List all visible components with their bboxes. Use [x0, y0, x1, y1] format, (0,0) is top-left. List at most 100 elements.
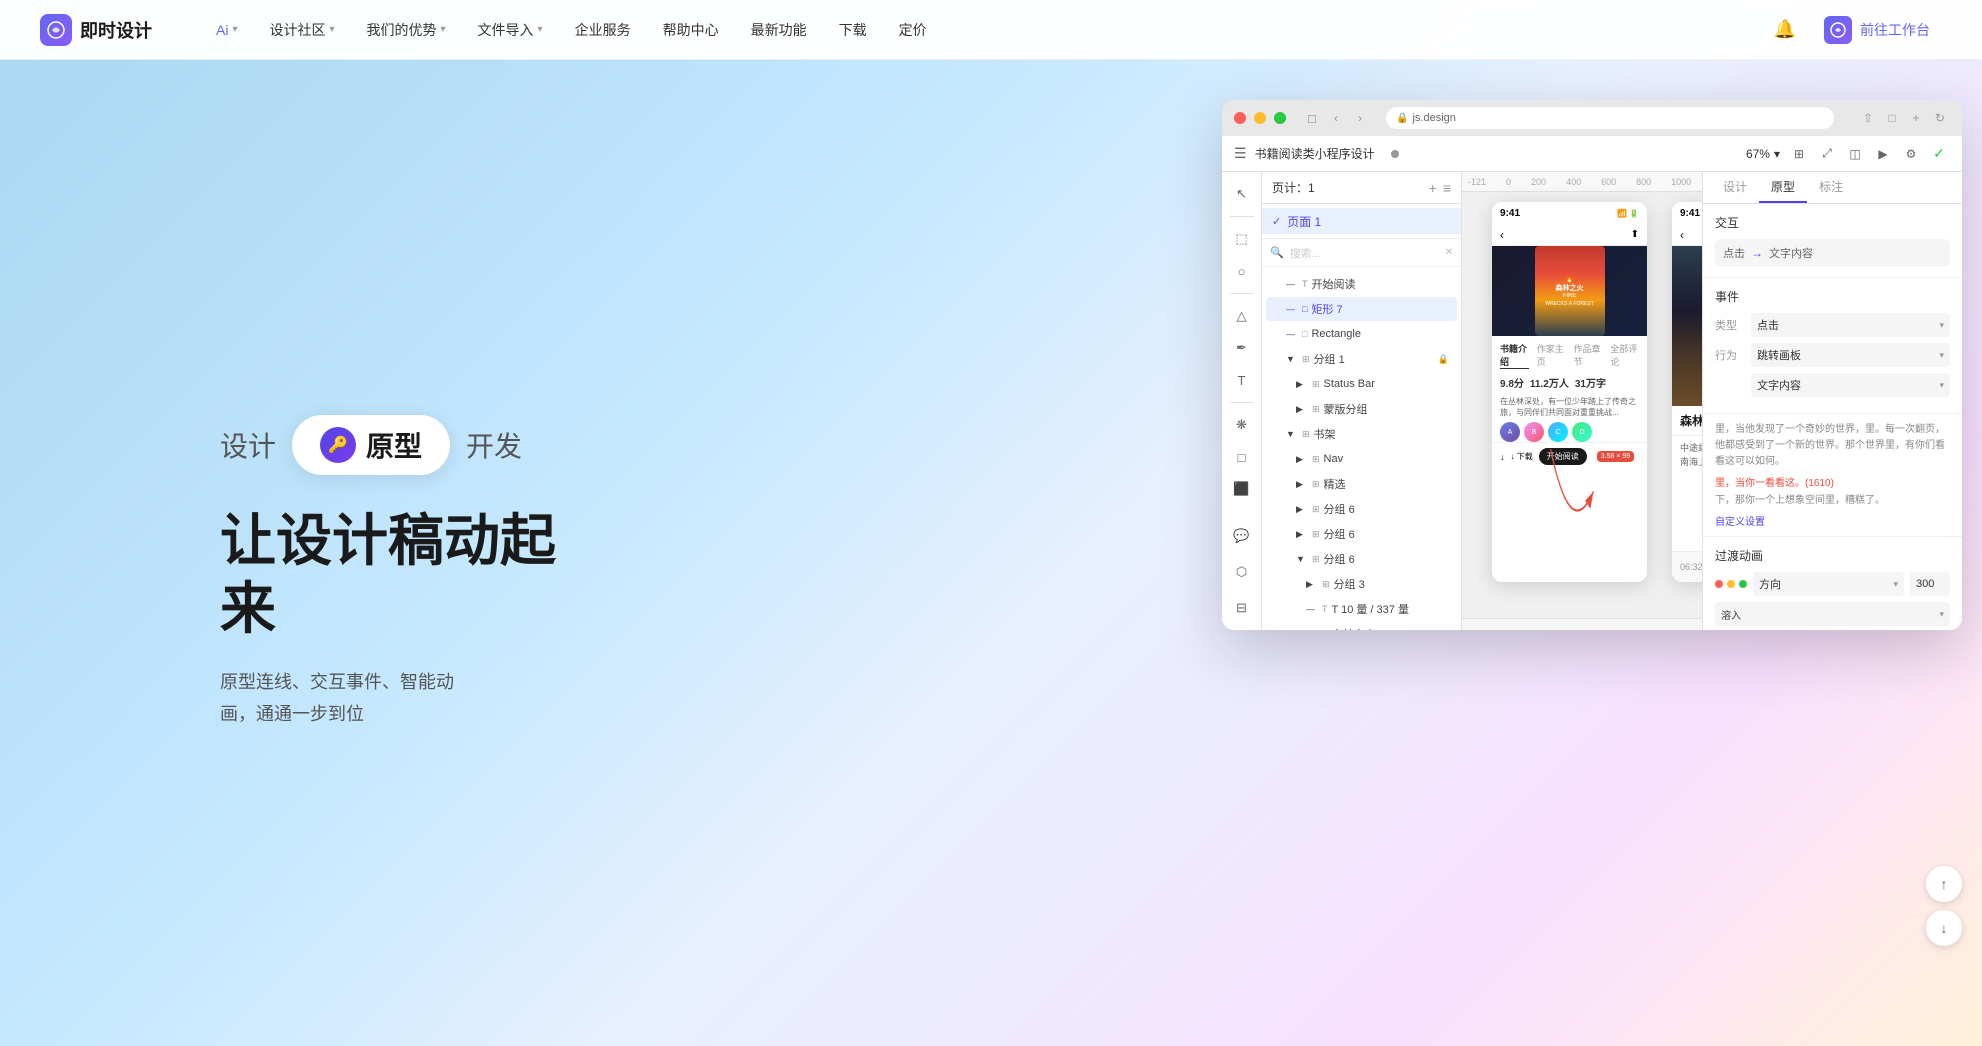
layer-group6a[interactable]: ▶ ⊞ 分组 6 — [1266, 497, 1457, 521]
image-tool[interactable]: ⬛ — [1228, 475, 1256, 503]
text-tool[interactable]: T — [1228, 366, 1256, 394]
layer-group1[interactable]: ▼ ⊞ 分组 1 🔒 — [1266, 347, 1457, 371]
start-reading-button[interactable]: 开始阅读 — [1539, 448, 1587, 465]
hero-title: 让设计稿动起来 — [220, 507, 580, 641]
layer-group6c[interactable]: ▼ ⊞ 分组 6 — [1266, 547, 1457, 571]
chevron-down-icon: ▾ — [232, 24, 237, 35]
canvas-area[interactable]: -121 0 200 400 600 800 1000 1200 1400 9:… — [1462, 172, 1702, 630]
layers-icon[interactable]: ◫ — [1844, 143, 1866, 165]
event-action-select[interactable]: 跳转画板 ▾ — [1751, 343, 1950, 367]
logo[interactable]: 即时设计 — [40, 14, 152, 46]
canvas-scrollbar[interactable] — [1462, 618, 1702, 630]
phone-nav-bar: ‹ ⬆ — [1492, 224, 1647, 246]
workspace-button[interactable]: 前往工作台 — [1812, 10, 1942, 50]
layer-rect7[interactable]: — □ 矩形 7 — [1266, 297, 1457, 321]
check-icon[interactable]: ✓ — [1928, 143, 1950, 165]
zoom-control[interactable]: 67% ▾ — [1746, 147, 1780, 161]
circle-tool[interactable]: ○ — [1228, 257, 1256, 285]
pen-tool[interactable]: ✒ — [1228, 334, 1256, 362]
refresh-icon[interactable]: ↻ — [1930, 108, 1950, 128]
event-type-select[interactable]: 点击 ▾ — [1751, 313, 1950, 337]
arrow-right-icon: → — [1751, 246, 1763, 260]
book-description: 在丛林深处，有一位少年踏上了传奇之旅，与同伴们共同面对重重挑战... — [1500, 396, 1639, 418]
tab-annotation[interactable]: 标注 — [1807, 172, 1855, 203]
browser-forward-icon[interactable]: ‹ — [1326, 108, 1346, 128]
reader-avatars: A B C D — [1500, 422, 1639, 442]
share-icon[interactable]: ⇧ — [1858, 108, 1878, 128]
frame-tool[interactable]: ⬚ — [1228, 225, 1256, 253]
component-tool[interactable]: ❋ — [1228, 411, 1256, 439]
plugin-tool[interactable]: ⬡ — [1228, 558, 1256, 586]
scroll-to-bottom-button[interactable]: ↓ — [1926, 910, 1962, 946]
layer-10items[interactable]: — T T 10 量 / 337 量 — [1266, 597, 1457, 621]
interaction-flow[interactable]: 点击 → 文字内容 — [1715, 239, 1950, 267]
event-action-label: 行为 — [1715, 347, 1743, 363]
book-cover-2: 🔥 FIRE WRECKS A FOREST — [1672, 246, 1702, 406]
nav-ai[interactable]: Ai ▾ — [202, 16, 251, 44]
search-icon: 🔍 — [1270, 246, 1284, 259]
layer-group6b[interactable]: ▶ ⊞ 分组 6 — [1266, 522, 1457, 546]
layer-mask-group1[interactable]: ▶ ⊞ 蒙版分组 — [1266, 397, 1457, 421]
layer-rectangle[interactable]: — □ Rectangle — [1266, 322, 1457, 346]
event-target-select[interactable]: 文字内容 ▾ — [1751, 373, 1950, 397]
key-icon: 🔑 — [320, 427, 356, 463]
anim-direction-select[interactable]: 方向 ▾ — [1753, 572, 1904, 596]
browser-minimize-dot[interactable] — [1254, 112, 1266, 124]
triangle-tool[interactable]: △ — [1228, 302, 1256, 330]
browser-url-bar[interactable]: 🔒 js.design — [1386, 107, 1834, 129]
close-search-icon[interactable]: ✕ — [1445, 247, 1453, 258]
browser-back-icon[interactable]: ◻ — [1302, 108, 1322, 128]
play-icon[interactable]: ▶ — [1872, 143, 1894, 165]
tab-design[interactable]: 设计 — [1711, 172, 1759, 203]
new-tab-icon[interactable]: + — [1906, 108, 1926, 128]
layer-start-reading[interactable]: — T 开始阅读 — [1266, 272, 1457, 296]
scroll-to-top-button[interactable]: ↑ — [1926, 866, 1962, 902]
tab-prototype[interactable]: 原型 — [1759, 172, 1807, 203]
grid-icon[interactable]: ⊞ — [1788, 143, 1810, 165]
rect-tool[interactable]: □ — [1228, 443, 1256, 471]
nav-advantage[interactable]: 我们的优势 ▾ — [353, 14, 460, 46]
anim-duration-value[interactable]: 300 — [1910, 572, 1950, 596]
expand-icon: ▼ — [1296, 554, 1308, 564]
browser-mockup: ◻ ‹ › 🔒 js.design ⇧ □ + ↻ ☰ 书籍阅读类小程序设计 6… — [1222, 100, 1962, 630]
bell-icon[interactable]: 🔔 — [1774, 19, 1796, 40]
browser-maximize-dot[interactable] — [1274, 112, 1286, 124]
custom-settings-link[interactable]: 自定义设置 — [1715, 513, 1950, 528]
page-item-1[interactable]: ✓ 页面 1 — [1262, 208, 1461, 234]
resource-tool[interactable]: ⊟ — [1228, 594, 1256, 622]
browser-close-dot[interactable] — [1234, 112, 1246, 124]
audio-player: 06:32 26:50 ▶ — [1672, 551, 1702, 582]
layer-group3[interactable]: ▶ ⊞ 分组 3 — [1266, 572, 1457, 596]
layer-bookshelf[interactable]: ▼ ⊞ 书架 — [1266, 422, 1457, 446]
anim-chevron: ▾ — [1893, 579, 1898, 590]
comment-tool[interactable]: 💬 — [1228, 522, 1256, 550]
nav-import[interactable]: 文件导入 ▾ — [464, 14, 557, 46]
layer-label: 蒙版分组 — [1324, 401, 1368, 417]
nav-pricing[interactable]: 定价 — [885, 14, 941, 46]
app-body: ↖ ⬚ ○ △ ✒ T ❋ □ ⬛ 💬 ⬡ ⊟ 页计：1 — [1222, 172, 1962, 630]
menu-icon[interactable]: ☰ — [1234, 145, 1247, 162]
anim-type-select[interactable]: 溶入 ▾ — [1715, 602, 1950, 626]
bookmark-icon[interactable]: □ — [1882, 108, 1902, 128]
layer-nav[interactable]: ▶ ⊞ Nav — [1266, 447, 1457, 471]
select-tool[interactable]: ↖ — [1228, 180, 1256, 208]
layer-label: 分组 6 — [1324, 526, 1355, 542]
browser-next-icon[interactable]: › — [1350, 108, 1370, 128]
add-page-button[interactable]: + — [1429, 180, 1437, 196]
nav-new-features[interactable]: 最新功能 — [737, 14, 821, 46]
nav-help[interactable]: 帮助中心 — [649, 14, 733, 46]
layer-statusbar[interactable]: ▶ ⊞ Status Bar — [1266, 372, 1457, 396]
expand-icon[interactable]: ⤢ — [1816, 143, 1838, 165]
settings-icon[interactable]: ⚙ — [1900, 143, 1922, 165]
browser-right-icons: ⇧ □ + ↻ — [1858, 108, 1950, 128]
panel-tabs: 设计 原型 标注 — [1703, 172, 1962, 204]
layer-featured[interactable]: ▶ ⊞ 精选 — [1266, 472, 1457, 496]
nav-community[interactable]: 设计社区 ▾ — [255, 14, 348, 46]
nav-download[interactable]: 下载 — [825, 14, 881, 46]
layer-label: 开始阅读 — [1312, 276, 1356, 292]
layer-fire-forest[interactable]: — T 森林之火 — [1266, 622, 1457, 630]
nav-enterprise[interactable]: 企业服务 — [561, 14, 645, 46]
red-label: 3.58 × 99 — [1597, 451, 1634, 462]
layer-search[interactable]: 🔍 搜索... ✕ — [1262, 239, 1461, 267]
more-pages-icon[interactable]: ≡ — [1443, 180, 1451, 196]
